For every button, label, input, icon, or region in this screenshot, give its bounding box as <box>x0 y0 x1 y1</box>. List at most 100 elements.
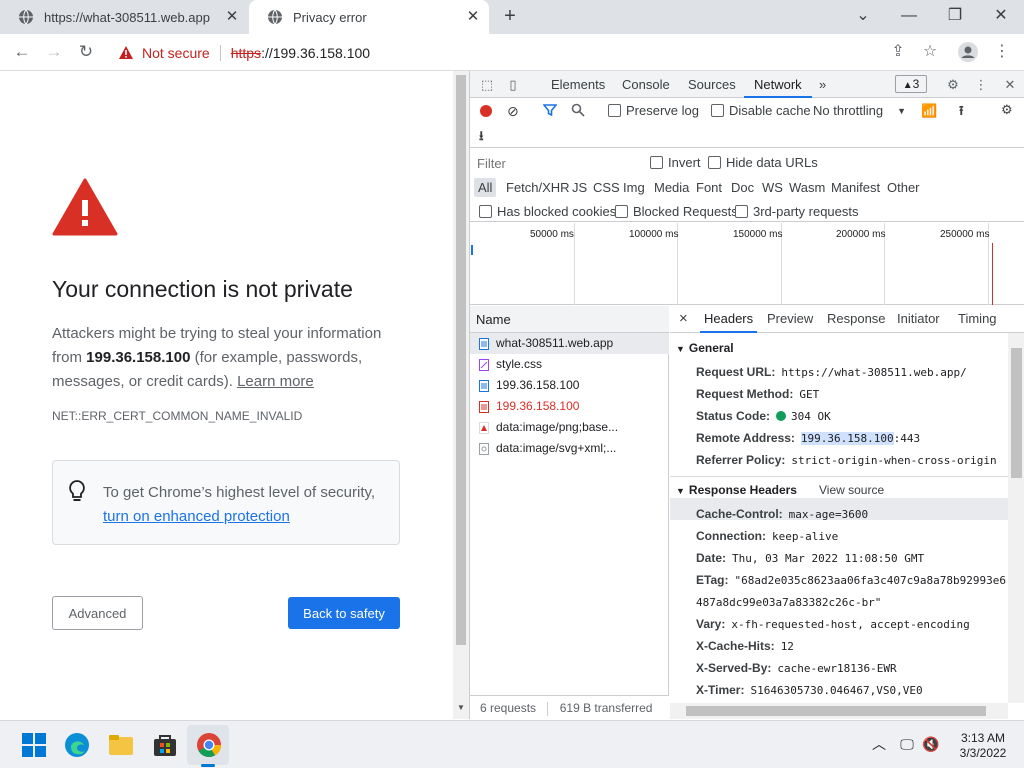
close-window-button[interactable]: ✕ <box>989 4 1013 28</box>
download-icon[interactable]: ⭳ <box>479 127 484 149</box>
request-row[interactable]: style.css <box>470 354 669 375</box>
search-icon[interactable] <box>571 103 585 117</box>
tab-preview[interactable]: Preview <box>767 306 813 333</box>
filter-type-manifest[interactable]: Manifest <box>831 180 880 195</box>
clear-icon[interactable]: ⊘ <box>507 103 519 120</box>
enhanced-protection-link[interactable]: turn on enhanced protection <box>103 508 290 525</box>
reload-icon[interactable]: ↻ <box>76 42 96 62</box>
tab-initiator[interactable]: Initiator <box>897 306 940 333</box>
filter-type-fetch-xhr[interactable]: Fetch/XHR <box>506 180 570 195</box>
minimize-button[interactable]: — <box>897 4 921 28</box>
view-source-link[interactable]: View source <box>819 483 884 497</box>
close-details-icon[interactable]: × <box>679 306 688 333</box>
tab-timing[interactable]: Timing <box>958 306 997 333</box>
tab-privacy-error[interactable]: Privacy error ✕ <box>249 0 489 34</box>
scrollbar-thumb[interactable] <box>1011 348 1022 478</box>
bookmark-star-icon[interactable]: ☆ <box>920 42 940 62</box>
tab-console[interactable]: Console <box>622 71 670 98</box>
microsoft-store-icon[interactable] <box>151 731 179 759</box>
issues-badge[interactable]: ▲3 <box>895 75 927 93</box>
kebab-menu-icon[interactable]: ⋮ <box>992 42 1012 62</box>
profile-avatar-icon[interactable] <box>958 42 978 62</box>
close-tab-icon[interactable]: ✕ <box>465 9 481 25</box>
filter-type-img[interactable]: Img <box>623 180 645 195</box>
details-horizontal-scrollbar[interactable] <box>670 703 1008 719</box>
details-vertical-scrollbar[interactable] <box>1008 333 1024 703</box>
scroll-down-arrow-icon[interactable]: ▼ <box>457 703 465 712</box>
header-key: X-Cache-Hits: <box>696 639 775 653</box>
restore-button[interactable]: ❐ <box>943 4 967 28</box>
invert-checkbox[interactable]: Invert <box>650 155 701 170</box>
filter-type-wasm[interactable]: Wasm <box>789 180 825 195</box>
network-monitor-icon[interactable]: 🖵 <box>898 735 916 753</box>
more-tabs-icon[interactable]: » <box>819 71 826 98</box>
blocked-cookies-checkbox[interactable]: Has blocked cookies <box>479 204 616 219</box>
name-column-header[interactable]: Name <box>470 306 669 333</box>
file-explorer-icon[interactable] <box>107 731 135 759</box>
back-to-safety-button[interactable]: Back to safety <box>288 597 400 629</box>
request-row[interactable]: what-308511.web.app <box>470 333 669 354</box>
header-key: Request URL: <box>696 365 776 379</box>
address-bar[interactable]: Not secure https://199.36.158.100 <box>108 38 956 67</box>
filter-type-media[interactable]: Media <box>654 180 689 195</box>
filter-input[interactable] <box>472 153 637 174</box>
request-row-failed[interactable]: 199.36.158.100 <box>470 396 669 417</box>
tab-search-chevron-icon[interactable]: ⌄ <box>851 4 875 28</box>
request-row[interactable]: data:image/png;base... <box>470 417 669 438</box>
tab-network[interactable]: Network <box>744 71 812 98</box>
tab-response[interactable]: Response <box>827 306 886 333</box>
system-clock[interactable]: 3:13 AM 3/3/2022 <box>948 731 1018 761</box>
filter-type-doc[interactable]: Doc <box>731 180 754 195</box>
filter-type-css[interactable]: CSS <box>593 180 620 195</box>
scrollbar-thumb[interactable] <box>686 706 986 716</box>
show-hidden-icons-chevron-icon[interactable]: ︿ <box>870 735 888 753</box>
forward-arrow-icon[interactable]: → <box>44 42 64 62</box>
kebab-menu-icon[interactable]: ⋮ <box>972 76 990 94</box>
timeline-gridline <box>574 223 575 305</box>
security-status[interactable]: Not secure <box>142 45 210 61</box>
response-headers-section-header[interactable]: ▼ Response Headers <box>676 483 797 497</box>
learn-more-link[interactable]: Learn more <box>237 373 314 390</box>
filter-type-all[interactable]: All <box>474 178 497 197</box>
record-icon[interactable] <box>479 104 493 118</box>
tab-what-web-app[interactable]: https://what-308511.web.app ✕ <box>0 0 248 34</box>
throttling-value: No throttling <box>813 103 884 118</box>
start-menu-icon[interactable] <box>20 731 48 759</box>
upload-icon[interactable]: ⭱ <box>959 102 964 124</box>
tab-headers[interactable]: Headers <box>700 306 758 333</box>
issues-count: 3 <box>912 77 920 91</box>
blocked-requests-checkbox[interactable]: Blocked Requests <box>615 204 738 219</box>
filter-type-ws[interactable]: WS <box>762 180 783 195</box>
preserve-log-checkbox[interactable]: Preserve log <box>608 103 699 118</box>
network-settings-gear-icon[interactable]: ⚙ <box>1001 102 1013 118</box>
third-party-checkbox[interactable]: 3rd-party requests <box>735 204 859 219</box>
volume-muted-icon[interactable]: 🔇 <box>922 735 940 753</box>
general-section-header[interactable]: ▼ General <box>676 341 734 355</box>
request-row[interactable]: data:image/svg+xml;... <box>470 438 669 459</box>
filter-funnel-icon[interactable] <box>543 103 557 117</box>
disable-cache-checkbox[interactable]: Disable cache <box>711 103 811 118</box>
back-arrow-icon[interactable]: ← <box>12 42 32 62</box>
filter-type-font[interactable]: Font <box>696 180 722 195</box>
page-scrollbar[interactable]: ▼ <box>453 71 469 719</box>
request-row[interactable]: 199.36.158.100 <box>470 375 669 396</box>
close-tab-icon[interactable]: ✕ <box>224 9 240 25</box>
scrollbar-thumb[interactable] <box>456 75 466 645</box>
share-icon[interactable]: ⇪ <box>888 42 908 62</box>
throttling-select[interactable]: No throttling ▼ <box>813 103 906 118</box>
new-tab-button[interactable]: + <box>500 6 520 26</box>
filter-type-other[interactable]: Other <box>887 180 920 195</box>
tab-elements[interactable]: Elements <box>551 71 605 98</box>
network-conditions-icon[interactable]: 📶 <box>921 103 937 119</box>
edge-browser-icon[interactable] <box>63 731 91 759</box>
chrome-browser-icon[interactable] <box>195 731 223 759</box>
network-overview-timeline[interactable]: 50000 ms 100000 ms 150000 ms 200000 ms 2… <box>470 223 1024 305</box>
close-devtools-icon[interactable]: ✕ <box>1001 76 1019 94</box>
tab-sources[interactable]: Sources <box>688 71 736 98</box>
inspect-element-icon[interactable]: ⬚ <box>478 76 496 94</box>
device-toolbar-icon[interactable]: ▯ <box>504 76 522 94</box>
settings-gear-icon[interactable]: ⚙ <box>944 76 962 94</box>
hide-data-urls-checkbox[interactable]: Hide data URLs <box>708 155 818 170</box>
advanced-button[interactable]: Advanced <box>52 596 143 630</box>
filter-type-js[interactable]: JS <box>572 180 587 195</box>
